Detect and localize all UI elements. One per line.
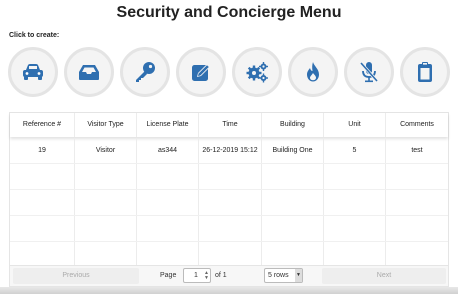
create-report-button[interactable] <box>400 47 450 97</box>
empty-table-row <box>10 190 448 216</box>
previous-button[interactable]: Previous <box>13 268 139 284</box>
empty-cell <box>10 242 75 267</box>
empty-cell <box>137 164 199 189</box>
page-number-input[interactable]: 1 ▲ ▼ <box>183 268 211 283</box>
column-header-license-plate[interactable]: License Plate <box>137 113 199 137</box>
empty-cell <box>137 190 199 215</box>
column-header-visitor-type[interactable]: Visitor Type <box>75 113 137 137</box>
column-header-time[interactable]: Time <box>199 113 262 137</box>
empty-cell <box>10 190 75 215</box>
empty-cell <box>324 190 386 215</box>
table-header: Reference # Visitor Type License Plate T… <box>10 113 448 137</box>
chevron-down-icon: ▼ <box>295 269 302 282</box>
empty-cell <box>10 164 75 189</box>
empty-cell <box>262 190 324 215</box>
cell-visitor-type: Visitor <box>75 138 137 163</box>
empty-cell <box>137 242 199 267</box>
edit-icon <box>192 64 210 81</box>
empty-cell <box>75 190 137 215</box>
column-header-comments[interactable]: Comments <box>386 113 448 137</box>
create-note-button[interactable] <box>176 47 226 97</box>
empty-cell <box>324 216 386 241</box>
empty-cell <box>199 190 262 215</box>
inbox-icon <box>79 65 99 80</box>
empty-cell <box>324 242 386 267</box>
rows-per-page-select[interactable]: 5 rows ▼ <box>264 268 303 283</box>
empty-cell <box>324 164 386 189</box>
create-key-button[interactable] <box>120 47 170 97</box>
page-stepper-icon[interactable]: ▲ ▼ <box>204 271 209 281</box>
empty-cell <box>199 242 262 267</box>
empty-cell <box>199 216 262 241</box>
column-header-unit[interactable]: Unit <box>324 113 386 137</box>
empty-cell <box>75 216 137 241</box>
column-header-reference[interactable]: Reference # <box>10 113 75 137</box>
window-bottom-edge <box>0 287 458 294</box>
cell-reference: 19 <box>10 138 75 163</box>
fire-icon <box>307 62 319 82</box>
page-title: Security and Concierge Menu <box>116 4 342 21</box>
mute-microphone-icon <box>359 62 379 83</box>
table-row[interactable]: 19 Visitor as344 26-12-2019 15:12 Buildi… <box>10 138 448 164</box>
car-icon <box>23 64 43 80</box>
create-incident-button[interactable] <box>288 47 338 97</box>
empty-cell <box>137 216 199 241</box>
cell-time: 26-12-2019 15:12 <box>199 138 262 163</box>
empty-cell <box>262 216 324 241</box>
page-label: Page <box>160 272 177 279</box>
cell-license-plate: as344 <box>137 138 199 163</box>
page-count-label: of 1 <box>215 272 227 279</box>
clipboard-icon <box>418 62 432 82</box>
cell-building: Building One <box>262 138 324 163</box>
empty-table-row <box>10 164 448 190</box>
cell-comments: test <box>411 147 423 154</box>
empty-table-row <box>10 216 448 242</box>
empty-cell <box>262 242 324 267</box>
visitor-log-table: Reference # Visitor Type License Plate T… <box>9 112 449 267</box>
empty-cell <box>75 242 137 267</box>
page-number-value: 1 <box>194 272 198 279</box>
next-button[interactable]: Next <box>322 268 446 284</box>
empty-table-row <box>10 242 448 267</box>
create-label: Click to create: <box>9 32 60 39</box>
key-icon <box>136 62 155 82</box>
cell-unit: 5 <box>324 138 386 163</box>
empty-cell <box>262 164 324 189</box>
create-noise-complaint-button[interactable] <box>344 47 394 97</box>
gears-icon <box>246 62 268 83</box>
pagination-bar: Previous Page 1 ▲ ▼ of 1 5 rows ▼ Next <box>9 265 449 287</box>
rows-per-page-value: 5 rows <box>268 272 289 279</box>
empty-cell <box>199 164 262 189</box>
empty-cell <box>10 216 75 241</box>
create-maintenance-button[interactable] <box>232 47 282 97</box>
column-header-building[interactable]: Building <box>262 113 324 137</box>
create-delivery-button[interactable] <box>64 47 114 97</box>
create-vehicle-button[interactable] <box>8 47 58 97</box>
empty-cell <box>75 164 137 189</box>
